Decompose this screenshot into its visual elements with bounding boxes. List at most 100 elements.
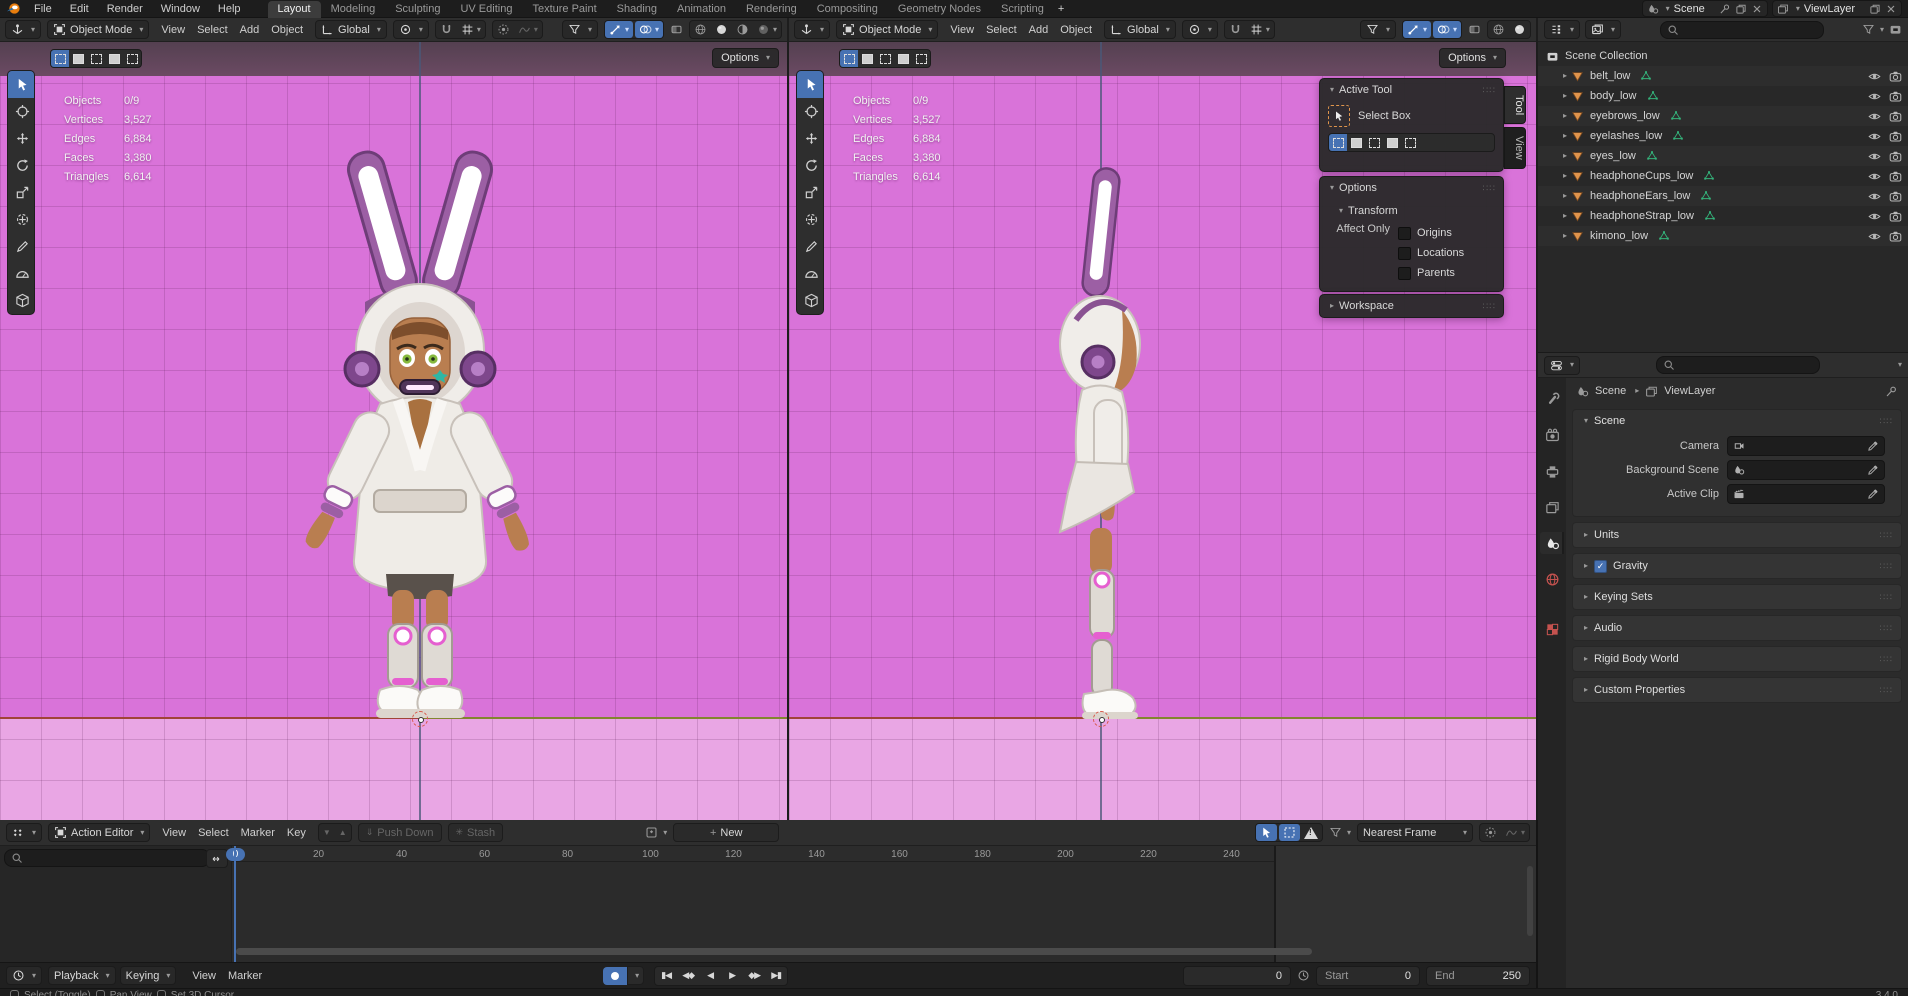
show-overlays-toggle[interactable]: ▾ (635, 21, 663, 38)
disable-in-renders-icon[interactable] (1889, 210, 1902, 223)
dopesheet-menu-item[interactable]: Marker (235, 827, 281, 839)
active-tool-title[interactable]: Active Tool (1339, 84, 1392, 96)
tab-tool[interactable] (1540, 388, 1564, 410)
workspace-tab[interactable]: Geometry Nodes (888, 1, 991, 18)
viewport-menu-item[interactable]: Select (191, 24, 234, 36)
outliner-display-mode-dropdown[interactable]: ▾ (1544, 20, 1580, 39)
object-visibility-dropdown[interactable]: ▾ (1360, 20, 1396, 39)
select-mode-new[interactable] (1329, 134, 1347, 151)
disclosure-triangle-icon[interactable]: ▸ (1563, 192, 1567, 200)
hide-in-viewport-icon[interactable] (1868, 190, 1881, 203)
toggle-xray-button[interactable] (1468, 23, 1481, 36)
pivot-point-dropdown[interactable]: ▾ (393, 20, 429, 39)
outliner-object-row[interactable]: ▸ body_low (1538, 86, 1908, 106)
disclosure-triangle-icon[interactable]: ▸ (1563, 232, 1567, 240)
workspace-tab[interactable]: Rendering (736, 1, 807, 18)
workspace-tab[interactable]: Animation (667, 1, 736, 18)
add-cube-tool[interactable] (797, 287, 824, 314)
viewlayer-selector[interactable]: ▾ ViewLayer (1772, 0, 1902, 17)
move-tool[interactable] (8, 125, 35, 152)
disable-in-renders-icon[interactable] (1889, 150, 1902, 163)
outliner-object-row[interactable]: ▸ headphoneCups_low (1538, 166, 1908, 186)
workspace-tab[interactable]: Sculpting (385, 1, 450, 18)
properties-options-dropdown[interactable]: ▾ (1898, 361, 1902, 369)
remove-viewlayer-icon[interactable] (1885, 3, 1897, 15)
transform-tool[interactable] (797, 206, 824, 233)
snap-mode-dropdown[interactable]: Nearest Frame▾ (1357, 823, 1473, 842)
datablock-field[interactable] (1727, 484, 1885, 504)
gravity-checkbox[interactable]: ✓ (1594, 560, 1607, 573)
sidebar-tab[interactable]: View (1504, 127, 1526, 169)
stash-button[interactable]: ✳Stash (448, 823, 504, 842)
tab-texture[interactable] (1540, 618, 1564, 640)
workspace-title[interactable]: Workspace (1339, 300, 1394, 312)
action-datablock-dropdown[interactable]: ▾ (645, 826, 667, 839)
section-row[interactable]: ▸Custom Properties∷∷ (1572, 677, 1902, 703)
new-action-button[interactable]: +New (673, 823, 779, 842)
hide-in-viewport-icon[interactable] (1868, 230, 1881, 243)
measure-tool[interactable] (797, 260, 824, 287)
mode-dropdown[interactable]: Object Mode▾ (47, 20, 149, 39)
pin-icon[interactable] (1719, 3, 1731, 15)
checkbox-row[interactable]: Parents (1398, 263, 1464, 283)
viewport-menu-item[interactable]: Object (265, 24, 309, 36)
start-frame-field[interactable]: Start0 (1316, 966, 1420, 986)
playback-menu-item[interactable]: View (186, 970, 222, 982)
disclosure-triangle-icon[interactable]: ▸ (1563, 152, 1567, 160)
disclosure-triangle-icon[interactable]: ▸ (1563, 92, 1567, 100)
menu-item[interactable]: Render (98, 3, 152, 15)
scene-selector[interactable]: ▾ Scene (1642, 0, 1768, 17)
hide-in-viewport-icon[interactable] (1868, 70, 1881, 83)
only-selected-toggle[interactable] (1256, 824, 1277, 841)
select-mode-invert[interactable] (1383, 134, 1401, 151)
select-box-tool[interactable] (8, 71, 35, 98)
keying-set-dropdown[interactable]: ▾ (627, 966, 644, 985)
proportional-falloff-dropdown[interactable]: ▾ (514, 21, 542, 38)
snap-settings-dropdown[interactable]: ▾ (457, 21, 485, 38)
options-title[interactable]: Options (1339, 182, 1377, 194)
viewport-canvas-front[interactable]: Options▾ Objects0/9Vertices3,527Edges6,8… (0, 42, 787, 820)
dopesheet-menu-item[interactable]: Select (192, 827, 235, 839)
select-mode-intersect[interactable] (912, 50, 930, 67)
select-mode-subtract[interactable] (876, 50, 894, 67)
section-gravity[interactable]: ▸ ✓ Gravity∷∷ (1572, 553, 1902, 579)
disclosure-triangle-icon[interactable]: ▸ (1563, 212, 1567, 220)
outliner-root-row[interactable]: Scene Collection (1538, 46, 1908, 66)
viewport-menu-item[interactable]: Object (1054, 24, 1098, 36)
play-button[interactable]: ▶ (721, 967, 743, 985)
hide-in-viewport-icon[interactable] (1868, 170, 1881, 183)
menu-item[interactable]: Edit (61, 3, 98, 15)
disclosure-triangle-icon[interactable]: ▸ (1563, 72, 1567, 80)
workspace-tab[interactable]: Shading (607, 1, 667, 18)
disable-in-renders-icon[interactable] (1889, 110, 1902, 123)
disclosure-triangle-icon[interactable]: ▸ (1563, 172, 1567, 180)
new-scene-icon[interactable] (1735, 3, 1747, 15)
move-tool[interactable] (797, 125, 824, 152)
properties-editor-dropdown[interactable]: ▾ (1544, 356, 1580, 375)
playhead[interactable] (234, 846, 236, 962)
select-mode-subtract[interactable] (1365, 134, 1383, 151)
snap-toggle[interactable] (436, 21, 457, 38)
select-mode-extend[interactable] (858, 50, 876, 67)
horizontal-scrollbar[interactable] (236, 948, 1312, 955)
outliner-object-row[interactable]: ▸ eyelashes_low (1538, 126, 1908, 146)
proportional-edit-toggle[interactable] (493, 21, 514, 38)
transform-orientation-dropdown[interactable]: Global▾ (1104, 20, 1176, 39)
disclosure-triangle-icon[interactable]: ▸ (1563, 112, 1567, 120)
annotate-tool[interactable] (8, 233, 35, 260)
vertical-scrollbar[interactable] (1527, 866, 1533, 936)
select-mode-intersect[interactable] (1401, 134, 1419, 151)
tab-view-layer[interactable] (1540, 496, 1564, 518)
next-keyframe-button[interactable]: ◆▶ (743, 967, 765, 985)
character-front[interactable] (278, 142, 562, 722)
sidebar-tab[interactable]: Tool (1504, 86, 1526, 124)
workspace-tab[interactable]: UV Editing (450, 1, 522, 18)
shading-wireframe-button[interactable] (690, 21, 711, 38)
show-gizmos-toggle[interactable]: ▾ (1403, 21, 1431, 38)
section-row[interactable]: ▸Audio∷∷ (1572, 615, 1902, 641)
editor-type-dropdown[interactable]: ▾ (6, 966, 42, 985)
mode-dropdown[interactable]: Object Mode▾ (836, 20, 938, 39)
proportional-falloff-dropdown[interactable]: ▾ (1501, 824, 1529, 841)
scale-tool[interactable] (797, 179, 824, 206)
properties-search-input[interactable] (1656, 356, 1820, 374)
